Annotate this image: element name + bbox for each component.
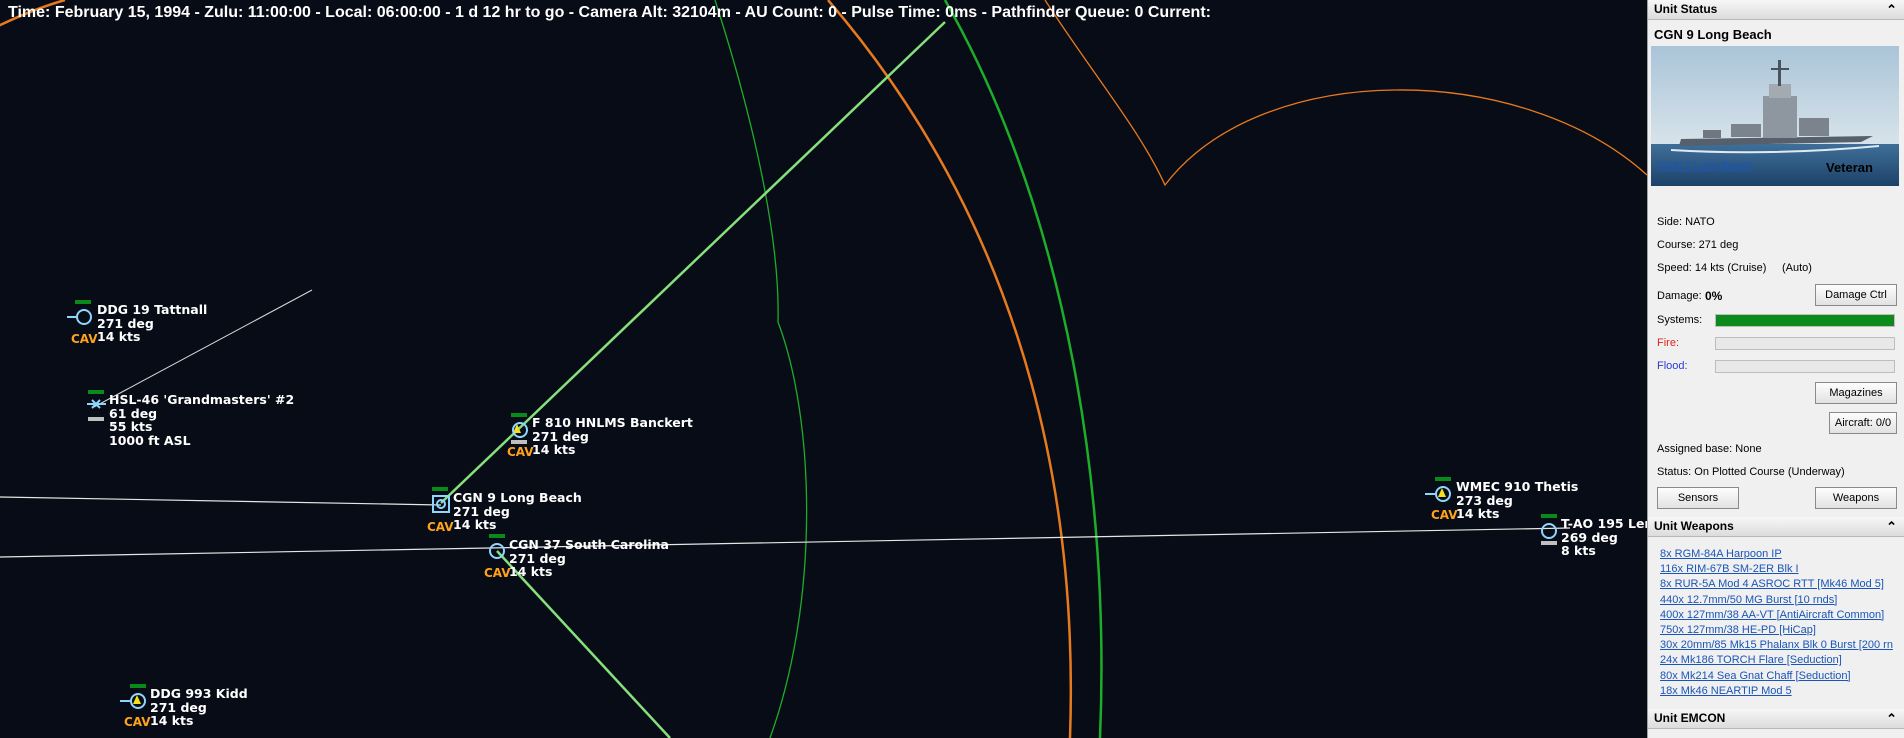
flood-label: Flood:: [1657, 360, 1688, 372]
systems-label: Systems:: [1657, 314, 1703, 326]
heading-stick: [120, 700, 130, 702]
damage-value: 0%: [1705, 289, 1723, 303]
course-line-south: [496, 550, 671, 738]
health-bar: [75, 300, 91, 304]
collapse-icon[interactable]: ⌃: [1886, 517, 1897, 536]
weapon-link[interactable]: 400x 127mm/38 AA-VT [AntiAircraft Common…: [1660, 608, 1893, 623]
health-bar: [1541, 514, 1557, 518]
weapon-link[interactable]: 30x 20mm/85 Mk15 Phalanx Blk 0 Burst [20…: [1660, 638, 1893, 653]
cav-tag: CAV: [124, 715, 151, 729]
unit-link[interactable]: CGN 9 Long Beach: [1657, 160, 1752, 172]
unit-label: HSL-46 'Grandmasters' #2 61 deg 55 kts 1000…: [109, 392, 295, 448]
speed-mode: (Auto): [1782, 262, 1812, 274]
weapon-link[interactable]: 440x 12.7mm/50 MG Burst [10 rnds]: [1660, 593, 1893, 608]
surface-ship-icon[interactable]: [130, 693, 146, 709]
systems-fill: [1716, 315, 1894, 326]
selected-ship-icon[interactable]: [432, 495, 450, 513]
helicopter-icon[interactable]: [86, 398, 108, 410]
status-text: Status: On Plotted Course (Underway): [1657, 466, 1845, 478]
surface-ship-icon[interactable]: [1435, 486, 1451, 502]
collapse-icon[interactable]: ⌃: [1886, 709, 1897, 728]
unit-label: WMEC 910 Thetis 273 deg 14 kts: [1456, 479, 1579, 521]
unit-label: F 810 HNLMS Banckert 271 deg 14 kts: [532, 415, 693, 457]
systems-bar: [1715, 314, 1895, 327]
side-panel: Unit Status ⌃ CGN 9 Long Beach CGN 9 Lon…: [1647, 0, 1904, 738]
magazines-button[interactable]: Magazines: [1815, 382, 1897, 404]
fire-bar: [1715, 337, 1895, 350]
fire-label: Fire:: [1657, 337, 1679, 349]
weapons-button[interactable]: Weapons: [1815, 487, 1897, 509]
assigned-base: Assigned base: None: [1657, 443, 1762, 455]
surface-ship-icon[interactable]: [512, 422, 528, 438]
unit-label: CGN 37 South Carolina 271 deg 14 kts: [509, 537, 669, 579]
weapon-link[interactable]: 18x Mk46 NEARTIP Mod 5: [1660, 684, 1893, 699]
weapons-list: 8x RGM-84A Harpoon IP 116x RIM-67B SM-2E…: [1660, 547, 1893, 699]
proficiency: Veteran: [1826, 160, 1873, 175]
unit-label: DDG 993 Kidd 271 deg 14 kts: [150, 686, 248, 728]
aircraft-button[interactable]: Aircraft: 0/0: [1829, 412, 1897, 434]
unit-weapons-header[interactable]: Unit Weapons ⌃: [1648, 517, 1904, 537]
weapon-link[interactable]: 8x RGM-84A Harpoon IP: [1660, 547, 1893, 562]
health-bar: [1435, 477, 1451, 481]
fuel-bar: [88, 417, 104, 421]
range-ring-green-thick: [943, 0, 1103, 738]
weapon-link[interactable]: 750x 127mm/38 HE-PD [HiCap]: [1660, 623, 1893, 638]
course-text: Course: 271 deg: [1657, 239, 1739, 251]
status-bar: Time: February 15, 1994 - Zulu: 11:00:00…: [8, 4, 1211, 21]
track-line-2: [0, 527, 1571, 558]
section-title: Unit Weapons: [1654, 519, 1734, 533]
cav-tag: CAV: [1431, 508, 1458, 522]
side-text: Side: NATO: [1657, 216, 1715, 228]
unit-label: CGN 9 Long Beach 271 deg 14 kts: [453, 490, 582, 532]
damage-label: Damage:: [1657, 290, 1702, 302]
heading-stick: [1425, 493, 1435, 495]
unit-label: DDG 19 Tattnall 271 deg 14 kts: [97, 302, 208, 344]
cav-tag: CAV: [484, 566, 511, 580]
flood-bar: [1715, 360, 1895, 373]
tactical-map[interactable]: Time: February 15, 1994 - Zulu: 11:00:00…: [0, 0, 1647, 738]
health-bar: [489, 534, 505, 538]
speed-text: Speed: 14 kts (Cruise): [1657, 262, 1767, 274]
health-bar: [88, 390, 104, 394]
surface-ship-icon[interactable]: [489, 543, 505, 559]
range-ring-orange-minor: [1044, 0, 1647, 187]
cav-tag: CAV: [427, 520, 454, 534]
unit-emcon-header[interactable]: Unit EMCON ⌃: [1648, 709, 1904, 729]
cav-tag: CAV: [71, 332, 98, 346]
weapon-link[interactable]: 116x RIM-67B SM-2ER Blk I: [1660, 562, 1893, 577]
surface-ship-icon[interactable]: [1541, 523, 1557, 539]
weapon-link[interactable]: 80x Mk214 Sea Gnat Chaff [Seduction]: [1660, 669, 1893, 684]
track-line-1: [0, 496, 442, 506]
map-overlay: [0, 0, 1647, 738]
range-ring-green-thin: [714, 0, 808, 738]
fuel-bar: [511, 440, 527, 444]
health-bar: [511, 413, 527, 417]
range-ring-orange-major: [827, 0, 1073, 738]
sensors-button[interactable]: Sensors: [1657, 487, 1739, 509]
surface-ship-icon[interactable]: [76, 309, 92, 325]
weapon-link[interactable]: 24x Mk186 TORCH Flare [Seduction]: [1660, 653, 1893, 668]
unit-label: T-AO 195 Lero269 deg8 kts: [1561, 516, 1647, 558]
unit-status-header[interactable]: Unit Status ⌃: [1648, 0, 1904, 20]
health-bar: [432, 487, 448, 491]
section-title: Unit Status: [1654, 2, 1718, 16]
weapon-link[interactable]: 8x RUR-5A Mod 4 ASROC RTT [Mk46 Mod 5]: [1660, 577, 1893, 592]
collapse-icon[interactable]: ⌃: [1886, 0, 1897, 19]
unit-name: CGN 9 Long Beach: [1654, 27, 1772, 42]
cav-tag: CAV: [507, 445, 534, 459]
fuel-bar: [1541, 541, 1557, 545]
damage-ctrl-button[interactable]: Damage Ctrl: [1815, 284, 1897, 306]
health-bar: [130, 684, 146, 688]
section-title: Unit EMCON: [1654, 711, 1726, 725]
